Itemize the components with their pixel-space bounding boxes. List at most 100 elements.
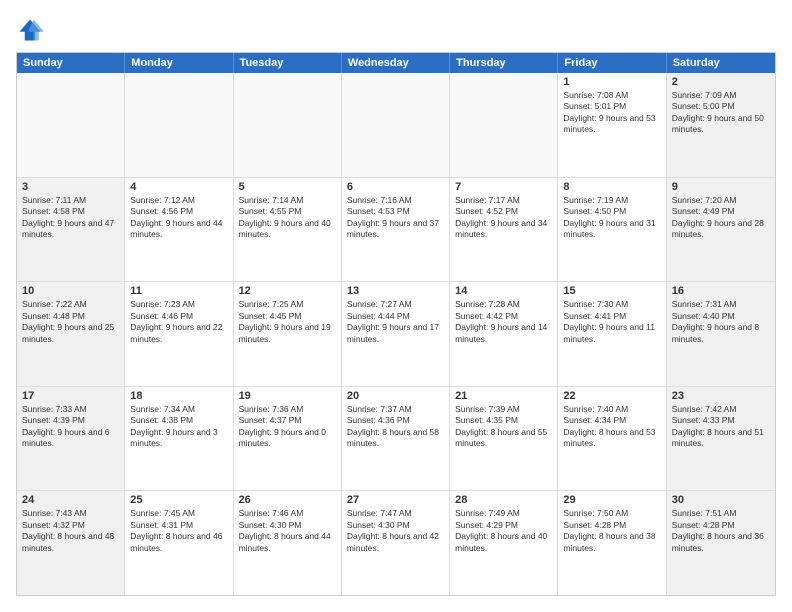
day-number: 18 xyxy=(130,390,227,402)
header-day-thursday: Thursday xyxy=(450,53,558,73)
day-info: Sunrise: 7:49 AM Sunset: 4:29 PM Dayligh… xyxy=(455,508,552,554)
calendar-cell-20: 20 Sunrise: 7:37 AM Sunset: 4:36 PM Dayli… xyxy=(342,387,450,491)
page: SundayMondayTuesdayWednesdayThursdayFrid… xyxy=(0,0,792,612)
day-info: Sunrise: 7:37 AM Sunset: 4:36 PM Dayligh… xyxy=(347,404,444,450)
header xyxy=(16,16,776,44)
calendar-cell-30: 30Sunrise: 7:51 AM Sunset: 4:28 PM Dayli… xyxy=(667,491,775,595)
day-number: 8 xyxy=(563,181,660,193)
header-day-wednesday: Wednesday xyxy=(342,53,450,73)
calendar-cell-28: 28 Sunrise: 7:49 AM Sunset: 4:29 PM Dayli… xyxy=(450,491,558,595)
calendar-cell-29: 29 Sunrise: 7:50 AM Sunset: 4:28 PM Dayli… xyxy=(558,491,666,595)
calendar-cell-16: 16 Sunrise: 7:31 AM Sunset: 4:40 PM Dayli… xyxy=(667,282,775,386)
day-info: Sunrise: 7:43 AM Sunset: 4:32 PM Dayligh… xyxy=(22,508,119,554)
day-number: 9 xyxy=(672,181,770,193)
day-info: Sunrise: 7:22 AM Sunset: 4:48 PM Dayligh… xyxy=(22,299,119,345)
day-number: 3 xyxy=(22,181,119,193)
calendar-cell-empty-0-3 xyxy=(342,73,450,177)
day-number: 2 xyxy=(672,76,770,88)
calendar-cell-empty-0-4 xyxy=(450,73,558,177)
day-number: 19 xyxy=(239,390,336,402)
day-info: Sunrise: 7:45 AM Sunset: 4:31 PM Dayligh… xyxy=(130,508,227,554)
day-number: 17 xyxy=(22,390,119,402)
calendar-header: SundayMondayTuesdayWednesdayThursdayFrid… xyxy=(17,53,775,73)
day-info: Sunrise: 7:28 AM Sunset: 4:42 PM Dayligh… xyxy=(455,299,552,345)
day-info: Sunrise: 7:14 AM Sunset: 4:55 PM Dayligh… xyxy=(239,195,336,241)
day-info: Sunrise: 7:16 AM Sunset: 4:53 PM Dayligh… xyxy=(347,195,444,241)
day-info: Sunrise: 7:19 AM Sunset: 4:50 PM Dayligh… xyxy=(563,195,660,241)
calendar-cell-12: 12 Sunrise: 7:25 AM Sunset: 4:45 PM Dayli… xyxy=(234,282,342,386)
day-number: 4 xyxy=(130,181,227,193)
day-info: Sunrise: 7:09 AM Sunset: 5:00 PM Dayligh… xyxy=(672,90,770,136)
calendar-cell-25: 25 Sunrise: 7:45 AM Sunset: 4:31 PM Dayli… xyxy=(125,491,233,595)
day-number: 27 xyxy=(347,494,444,506)
day-number: 20 xyxy=(347,390,444,402)
calendar-row-3: 17 Sunrise: 7:33 AM Sunset: 4:39 PM Dayli… xyxy=(17,387,775,492)
calendar-cell-8: 8 Sunrise: 7:19 AM Sunset: 4:50 PM Daylig… xyxy=(558,178,666,282)
day-info: Sunrise: 7:47 AM Sunset: 4:30 PM Dayligh… xyxy=(347,508,444,554)
day-number: 7 xyxy=(455,181,552,193)
calendar-cell-2: 2 Sunrise: 7:09 AM Sunset: 5:00 PM Daylig… xyxy=(667,73,775,177)
calendar-cell-empty-0-2 xyxy=(234,73,342,177)
calendar-cell-9: 9 Sunrise: 7:20 AM Sunset: 4:49 PM Daylig… xyxy=(667,178,775,282)
calendar-cell-13: 13 Sunrise: 7:27 AM Sunset: 4:44 PM Dayli… xyxy=(342,282,450,386)
day-info: Sunrise: 7:51 AM Sunset: 4:28 PM Dayligh… xyxy=(672,508,770,554)
calendar: SundayMondayTuesdayWednesdayThursdayFrid… xyxy=(16,52,776,596)
day-info: Sunrise: 7:20 AM Sunset: 4:49 PM Dayligh… xyxy=(672,195,770,241)
day-number: 11 xyxy=(130,285,227,297)
calendar-cell-21: 21 Sunrise: 7:39 AM Sunset: 4:35 PM Dayli… xyxy=(450,387,558,491)
logo xyxy=(16,16,48,44)
calendar-cell-14: 14 Sunrise: 7:28 AM Sunset: 4:42 PM Dayli… xyxy=(450,282,558,386)
day-info: Sunrise: 7:12 AM Sunset: 4:56 PM Dayligh… xyxy=(130,195,227,241)
day-info: Sunrise: 7:36 AM Sunset: 4:37 PM Dayligh… xyxy=(239,404,336,450)
day-number: 12 xyxy=(239,285,336,297)
day-number: 6 xyxy=(347,181,444,193)
calendar-row-4: 24 Sunrise: 7:43 AM Sunset: 4:32 PM Dayli… xyxy=(17,491,775,595)
calendar-cell-26: 26Sunrise: 7:46 AM Sunset: 4:30 PM Dayli… xyxy=(234,491,342,595)
day-number: 23 xyxy=(672,390,770,402)
calendar-cell-3: 3Sunrise: 7:11 AM Sunset: 4:58 PM Daylig… xyxy=(17,178,125,282)
calendar-cell-empty-0-1 xyxy=(125,73,233,177)
header-day-friday: Friday xyxy=(558,53,666,73)
calendar-cell-24: 24 Sunrise: 7:43 AM Sunset: 4:32 PM Dayli… xyxy=(17,491,125,595)
day-info: Sunrise: 7:30 AM Sunset: 4:41 PM Dayligh… xyxy=(563,299,660,345)
day-number: 13 xyxy=(347,285,444,297)
calendar-cell-11: 11Sunrise: 7:23 AM Sunset: 4:46 PM Dayli… xyxy=(125,282,233,386)
day-info: Sunrise: 7:08 AM Sunset: 5:01 PM Dayligh… xyxy=(563,90,660,136)
calendar-cell-empty-0-0 xyxy=(17,73,125,177)
header-day-monday: Monday xyxy=(125,53,233,73)
calendar-cell-5: 5 Sunrise: 7:14 AM Sunset: 4:55 PM Daylig… xyxy=(234,178,342,282)
day-number: 16 xyxy=(672,285,770,297)
day-info: Sunrise: 7:39 AM Sunset: 4:35 PM Dayligh… xyxy=(455,404,552,450)
calendar-cell-27: 27 Sunrise: 7:47 AM Sunset: 4:30 PM Dayli… xyxy=(342,491,450,595)
day-number: 1 xyxy=(563,76,660,88)
calendar-cell-6: 6 Sunrise: 7:16 AM Sunset: 4:53 PM Daylig… xyxy=(342,178,450,282)
day-number: 25 xyxy=(130,494,227,506)
calendar-cell-17: 17 Sunrise: 7:33 AM Sunset: 4:39 PM Dayli… xyxy=(17,387,125,491)
day-info: Sunrise: 7:17 AM Sunset: 4:52 PM Dayligh… xyxy=(455,195,552,241)
day-info: Sunrise: 7:25 AM Sunset: 4:45 PM Dayligh… xyxy=(239,299,336,345)
day-info: Sunrise: 7:31 AM Sunset: 4:40 PM Dayligh… xyxy=(672,299,770,345)
header-day-tuesday: Tuesday xyxy=(234,53,342,73)
day-number: 10 xyxy=(22,285,119,297)
calendar-cell-4: 4 Sunrise: 7:12 AM Sunset: 4:56 PM Daylig… xyxy=(125,178,233,282)
day-info: Sunrise: 7:50 AM Sunset: 4:28 PM Dayligh… xyxy=(563,508,660,554)
day-info: Sunrise: 7:40 AM Sunset: 4:34 PM Dayligh… xyxy=(563,404,660,450)
day-info: Sunrise: 7:33 AM Sunset: 4:39 PM Dayligh… xyxy=(22,404,119,450)
day-info: Sunrise: 7:27 AM Sunset: 4:44 PM Dayligh… xyxy=(347,299,444,345)
day-number: 5 xyxy=(239,181,336,193)
day-number: 14 xyxy=(455,285,552,297)
day-number: 29 xyxy=(563,494,660,506)
day-number: 22 xyxy=(563,390,660,402)
day-number: 21 xyxy=(455,390,552,402)
calendar-cell-18: 18 Sunrise: 7:34 AM Sunset: 4:38 PM Dayli… xyxy=(125,387,233,491)
calendar-cell-19: 19 Sunrise: 7:36 AM Sunset: 4:37 PM Dayli… xyxy=(234,387,342,491)
calendar-row-1: 3Sunrise: 7:11 AM Sunset: 4:58 PM Daylig… xyxy=(17,178,775,283)
header-day-sunday: Sunday xyxy=(17,53,125,73)
calendar-row-2: 10 Sunrise: 7:22 AM Sunset: 4:48 PM Dayli… xyxy=(17,282,775,387)
day-number: 24 xyxy=(22,494,119,506)
day-number: 28 xyxy=(455,494,552,506)
day-info: Sunrise: 7:34 AM Sunset: 4:38 PM Dayligh… xyxy=(130,404,227,450)
day-number: 15 xyxy=(563,285,660,297)
day-info: Sunrise: 7:46 AM Sunset: 4:30 PM Dayligh… xyxy=(239,508,336,554)
calendar-cell-15: 15 Sunrise: 7:30 AM Sunset: 4:41 PM Dayli… xyxy=(558,282,666,386)
